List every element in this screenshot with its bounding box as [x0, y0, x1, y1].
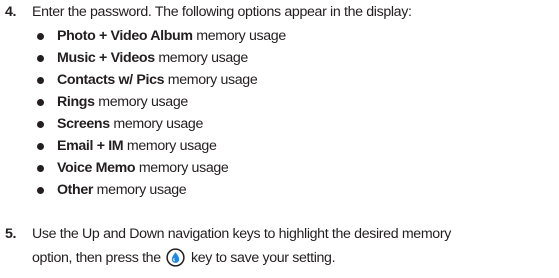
bullet-icon [37, 121, 44, 128]
option-name: Email + IM [57, 138, 124, 154]
bullet-icon [37, 187, 44, 194]
step-text: Enter the password. The following option… [32, 4, 412, 20]
list-item: Screens memory usage [0, 113, 559, 135]
option-suffix: memory usage [93, 182, 187, 198]
option-suffix: memory usage [123, 138, 217, 154]
step-number: 5. [5, 226, 17, 242]
list-item: Contacts w/ Pics memory usage [0, 69, 559, 91]
bullet-icon [37, 143, 44, 150]
step-text-before-key: option, then press the [32, 250, 161, 266]
list-item: Rings memory usage [0, 91, 559, 113]
list-item: Voice Memo memory usage [0, 157, 559, 179]
option-suffix: memory usage [135, 160, 229, 176]
option-name: Music + Videos [57, 50, 155, 66]
bullet-icon [37, 165, 44, 172]
option-name: Voice Memo [57, 160, 136, 176]
list-item: Email + IM memory usage [0, 135, 559, 157]
bullet-icon [37, 77, 44, 84]
manual-page: 4. Enter the password. The following opt… [0, 0, 559, 278]
option-name: Screens [57, 116, 110, 132]
option-suffix: memory usage [154, 50, 248, 66]
list-item: Music + Videos memory usage [0, 47, 559, 69]
step-text-line-2: option, then press the key to save your … [32, 248, 336, 268]
step-number: 4. [5, 4, 17, 20]
option-suffix: memory usage [192, 28, 286, 44]
list-item: Other memory usage [0, 179, 559, 201]
bullet-icon [37, 55, 44, 62]
bullet-icon [37, 99, 44, 106]
option-name: Other [57, 182, 94, 198]
option-suffix: memory usage [94, 94, 188, 110]
list-item: Photo + Video Album memory usage [0, 25, 559, 47]
step-text-after-key: key to save your setting. [190, 250, 336, 266]
option-name: Contacts w/ Pics [57, 72, 165, 88]
step-text-line-1: Use the Up and Down navigation keys to h… [32, 226, 451, 242]
ok-key-icon [166, 248, 186, 267]
option-name: Photo + Video Album [57, 28, 193, 44]
option-suffix: memory usage [109, 116, 203, 132]
option-name: Rings [57, 94, 95, 110]
option-suffix: memory usage [164, 72, 258, 88]
bullet-icon [37, 33, 44, 40]
